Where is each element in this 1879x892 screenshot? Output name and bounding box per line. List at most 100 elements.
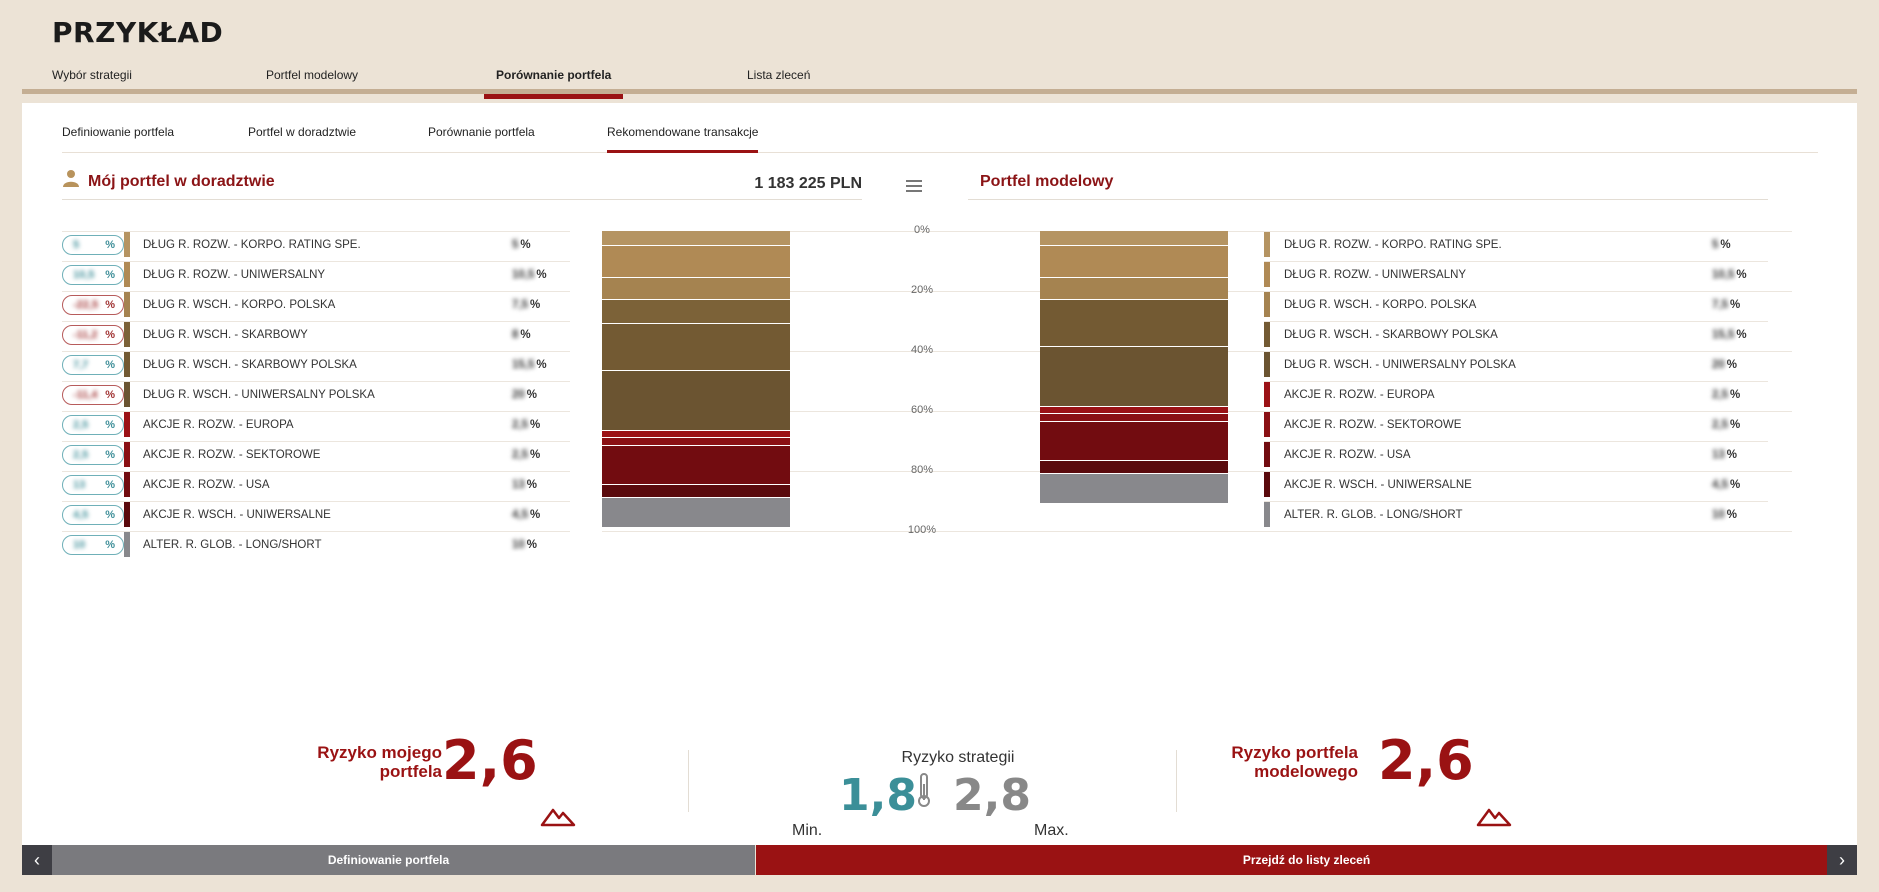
asset-class-label: DŁUG R. WSCH. - KORPO. POLSKA bbox=[143, 299, 336, 311]
my-portfolio-segment bbox=[602, 231, 790, 246]
change-value: -22,5 bbox=[73, 299, 99, 311]
tab-strategy-selection[interactable]: Wybór strategii bbox=[40, 68, 144, 94]
percent-unit: % bbox=[1726, 449, 1738, 461]
asset-class-label: AKCJE R. ROZW. - EUROPA bbox=[143, 419, 294, 431]
change-input[interactable]: 7,7% bbox=[62, 355, 124, 375]
percent-unit: % bbox=[105, 299, 115, 311]
percent-unit: % bbox=[105, 419, 115, 431]
change-value: 2,5 bbox=[73, 449, 89, 461]
change-value: 2,5 bbox=[73, 419, 89, 431]
tab-portfolio-comparison[interactable]: Porównanie portfela bbox=[484, 68, 624, 99]
my-portfolio-segment bbox=[602, 277, 790, 300]
portfolio-amount: 1 183 225 PLN bbox=[754, 175, 862, 192]
axis-tick-label: 40% bbox=[910, 344, 934, 356]
allocation-value: 4,5% bbox=[1712, 479, 1740, 491]
allocation-value: 2,5% bbox=[1712, 389, 1740, 401]
user-icon bbox=[63, 170, 79, 187]
allocation-number: 20 bbox=[1712, 359, 1725, 371]
color-swatch bbox=[1264, 382, 1270, 407]
allocation-value: 7,5% bbox=[1712, 299, 1740, 311]
my-portfolio-segment bbox=[602, 430, 790, 438]
asset-class-label: AKCJE R. ROZW. - SEKTOROWE bbox=[1284, 419, 1462, 431]
asset-class-label: AKCJE R. WSCH. - UNIWERSALNE bbox=[143, 509, 331, 521]
asset-class-label: DŁUG R. ROZW. - UNIWERSALNY bbox=[1284, 269, 1467, 281]
axis-tick-label: 60% bbox=[910, 404, 934, 416]
change-input[interactable]: 2,5% bbox=[62, 415, 124, 435]
my-portfolio-segment bbox=[602, 484, 790, 498]
percent-unit: % bbox=[526, 389, 538, 401]
allocation-value: 2,5% bbox=[1712, 419, 1740, 431]
allocation-value: 10,5% bbox=[512, 269, 547, 281]
asset-class-label: DŁUG R. ROZW. - KORPO. RATING SPE. bbox=[1284, 239, 1502, 251]
allocation-number: 15,5 bbox=[512, 359, 535, 371]
percent-unit: % bbox=[1730, 299, 1741, 311]
tab-model-portfolio[interactable]: Portfel modelowy bbox=[254, 68, 370, 94]
next-arrow-icon[interactable]: › bbox=[1827, 845, 1857, 875]
asset-class-label: ALTER. R. GLOB. - LONG/SHORT bbox=[143, 539, 322, 551]
model-portfolio-stacked-bar bbox=[1040, 231, 1228, 531]
change-input[interactable]: 13% bbox=[62, 475, 124, 495]
change-value: 5 bbox=[73, 239, 80, 251]
allocation-number: 8 bbox=[512, 329, 519, 341]
percent-unit: % bbox=[105, 329, 115, 341]
color-swatch bbox=[124, 232, 130, 257]
model-portfolio-title: Portfel modelowy bbox=[980, 173, 1114, 190]
my-portfolio-row: 10,5% DŁUG R. ROZW. - UNIWERSALNY 10,5% bbox=[62, 261, 570, 287]
change-input[interactable]: 10,5% bbox=[62, 265, 124, 285]
my-portfolio-row: -11,4% DŁUG R. WSCH. - UNIWERSALNY POLSKA… bbox=[62, 381, 570, 407]
define-portfolio-button[interactable]: Definiowanie portfela bbox=[22, 845, 755, 875]
allocation-value: 10% bbox=[512, 539, 537, 551]
color-swatch bbox=[124, 352, 130, 377]
subtab-advisory-portfolio[interactable]: Portfel w doradztwie bbox=[248, 125, 356, 153]
define-portfolio-label: Definiowanie portfela bbox=[327, 853, 450, 867]
color-swatch bbox=[124, 442, 130, 467]
percent-unit: % bbox=[105, 539, 115, 551]
change-value: 10,5 bbox=[73, 269, 95, 281]
sub-navigation: Definiowanie portfela Portfel w doradztw… bbox=[62, 103, 1818, 153]
axis-tick-label: 100% bbox=[907, 524, 937, 536]
my-risk-label: Ryzyko mojego portfela bbox=[317, 743, 442, 781]
thermometer-icon bbox=[918, 773, 930, 807]
my-portfolio-row: 2,5% AKCJE R. ROZW. - SEKTOROWE 2,5% bbox=[62, 441, 570, 467]
change-input[interactable]: 5% bbox=[62, 235, 124, 255]
model-portfolio-row: DŁUG R. WSCH. - UNIWERSALNY POLSKA 20% bbox=[1264, 351, 1768, 377]
subtab-recommended-transactions[interactable]: Rekomendowane transakcje bbox=[607, 125, 759, 153]
allocation-number: 10,5 bbox=[512, 269, 535, 281]
model-portfolio-segment bbox=[1040, 231, 1228, 246]
subtab-portfolio-comparison[interactable]: Porównanie portfela bbox=[428, 125, 535, 153]
color-swatch bbox=[1264, 322, 1270, 347]
model-portfolio-segment bbox=[1040, 277, 1228, 300]
go-to-orders-button[interactable]: Przejdź do listy zleceń bbox=[756, 845, 1857, 875]
allocation-value: 13% bbox=[512, 479, 537, 491]
my-portfolio-segment bbox=[602, 246, 790, 278]
strategy-min-value: 1,8 bbox=[839, 770, 917, 821]
change-input[interactable]: -11,2% bbox=[62, 325, 124, 345]
model-portfolio-segment bbox=[1040, 300, 1228, 347]
color-swatch bbox=[124, 472, 130, 497]
my-portfolio-segment bbox=[602, 370, 790, 431]
allocation-value: 10,5% bbox=[1712, 269, 1747, 281]
change-input[interactable]: 4,5% bbox=[62, 505, 124, 525]
allocation-number: 4,5 bbox=[512, 509, 528, 521]
percent-unit: % bbox=[1736, 329, 1747, 341]
subtab-define-portfolio[interactable]: Definiowanie portfela bbox=[62, 125, 174, 153]
my-portfolio-row: 5% DŁUG R. ROZW. - KORPO. RATING SPE. 5% bbox=[62, 231, 570, 257]
asset-class-label: DŁUG R. WSCH. - UNIWERSALNY POLSKA bbox=[143, 389, 375, 401]
axis-tick-label: 20% bbox=[910, 284, 934, 296]
asset-class-label: DŁUG R. WSCH. - SKARBOWY bbox=[143, 329, 308, 341]
change-input[interactable]: 2,5% bbox=[62, 445, 124, 465]
percent-unit: % bbox=[536, 359, 547, 371]
model-portfolio-row: DŁUG R. WSCH. - SKARBOWY POLSKA 15,5% bbox=[1264, 321, 1768, 347]
menu-icon[interactable] bbox=[906, 180, 922, 192]
allocation-number: 2,5 bbox=[512, 449, 528, 461]
change-input[interactable]: -11,4% bbox=[62, 385, 124, 405]
change-input[interactable]: 10% bbox=[62, 535, 124, 555]
tab-order-list[interactable]: Lista zleceń bbox=[735, 68, 822, 94]
percent-unit: % bbox=[105, 449, 115, 461]
allocation-value: 7,5% bbox=[512, 299, 540, 311]
change-input[interactable]: -22,5% bbox=[62, 295, 124, 315]
model-portfolio-segment bbox=[1040, 474, 1228, 504]
allocation-number: 20 bbox=[512, 389, 525, 401]
asset-class-label: AKCJE R. ROZW. - USA bbox=[143, 479, 270, 491]
prev-arrow-icon[interactable]: ‹ bbox=[22, 845, 52, 875]
